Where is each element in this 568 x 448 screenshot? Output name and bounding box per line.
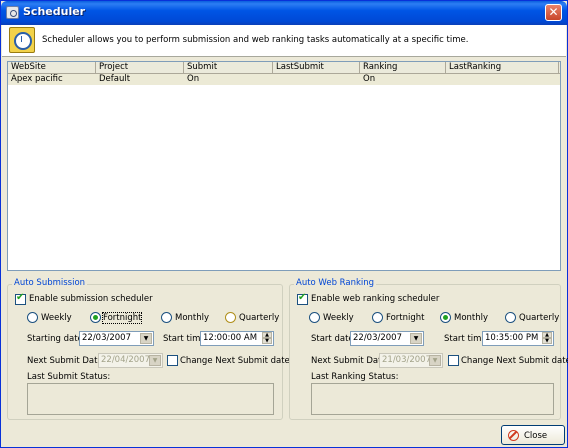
header-description: Scheduler allows you to perform submissi… — [42, 35, 469, 45]
ranking-start-date-picker[interactable]: 22/03/2007 ▼ — [350, 331, 424, 346]
starting-date-picker[interactable]: 22/03/2007 ▼ — [79, 331, 154, 346]
chevron-down-icon: ▼ — [149, 355, 161, 366]
title-bar[interactable]: Scheduler ✕ — [1, 1, 567, 25]
cell-project: Default — [99, 74, 131, 84]
last-ranking-status-box — [311, 383, 554, 415]
spin-down-icon[interactable]: ▼ — [542, 338, 552, 344]
submission-start-time-spinner[interactable]: 12:00:00 AM ▲ ▼ — [200, 331, 274, 346]
cell-ranking: On — [363, 74, 376, 84]
cell-lastranking — [446, 74, 559, 85]
ranking-change-next-label[interactable]: Change Next Submit date — [461, 356, 568, 366]
change-next-submit-checkbox[interactable] — [167, 355, 178, 366]
ranking-start-time-spinner[interactable]: 10:35:00 PM ▲ ▼ — [482, 331, 554, 346]
header-banner: Scheduler allows you to perform submissi… — [2, 25, 566, 57]
submission-quarterly-label[interactable]: Quarterly — [239, 313, 279, 323]
chevron-down-icon: ▼ — [429, 355, 441, 366]
next-submit-date-picker: 22/04/2007 ▼ — [98, 353, 163, 368]
ranking-start-date-value: 22/03/2007 — [353, 333, 402, 343]
column-header-project[interactable]: Project — [96, 62, 184, 73]
column-header-ranking[interactable]: Ranking — [360, 62, 446, 73]
scheduler-window: Scheduler ✕ Scheduler allows you to perf… — [0, 0, 568, 448]
ranking-monthly-radio[interactable] — [440, 312, 451, 323]
chevron-down-icon[interactable]: ▼ — [410, 333, 422, 344]
ranking-weekly-label[interactable]: Weekly — [323, 313, 354, 323]
submission-fortnight-label[interactable]: Fortnight — [101, 312, 143, 324]
change-next-submit-label[interactable]: Change Next Submit date — [180, 356, 290, 366]
cell-lastsubmit — [273, 74, 360, 85]
close-button-label: Close — [524, 431, 548, 441]
grid-header: WebSite Project Submit LastSubmit Rankin… — [8, 62, 560, 74]
cell-website: Apex pacific — [11, 74, 63, 84]
submission-weekly-label[interactable]: Weekly — [41, 313, 72, 323]
last-ranking-status-label: Last Ranking Status: — [311, 372, 399, 382]
ranking-weekly-radio[interactable] — [309, 312, 320, 323]
next-submit-date-label: Next Submit Date: — [27, 356, 106, 366]
last-submit-status-box — [27, 383, 274, 415]
ranking-quarterly-label[interactable]: Quarterly — [519, 313, 559, 323]
chevron-down-icon[interactable]: ▼ — [140, 333, 152, 344]
submission-monthly-radio[interactable] — [161, 312, 172, 323]
cell-submit: On — [187, 74, 200, 84]
column-header-submit[interactable]: Submit — [184, 62, 273, 73]
column-header-website[interactable]: WebSite — [8, 62, 96, 73]
auto-ranking-group: Auto Web Ranking Enable web ranking sche… — [289, 278, 568, 420]
auto-submission-title: Auto Submission — [12, 278, 88, 288]
ranking-next-date-value: 21/03/2007 — [382, 355, 431, 365]
ranking-quarterly-radio[interactable] — [505, 312, 516, 323]
ranking-next-date-picker: 21/03/2007 ▼ — [379, 353, 443, 368]
clock-icon — [9, 27, 35, 53]
window-close-button[interactable]: ✕ — [545, 4, 562, 21]
window-title: Scheduler — [23, 5, 86, 18]
close-button[interactable]: Close — [501, 425, 565, 445]
spin-down-icon[interactable]: ▼ — [262, 338, 272, 344]
column-header-lastranking[interactable]: LastRanking — [446, 62, 559, 73]
submission-fortnight-radio[interactable] — [90, 312, 101, 323]
last-submit-status-label: Last Submit Status: — [27, 372, 111, 382]
ranking-fortnight-label[interactable]: Fortnight — [386, 313, 424, 323]
table-row[interactable]: Apex pacific Default On On — [8, 74, 560, 85]
ranking-monthly-label[interactable]: Monthly — [454, 313, 488, 323]
ranking-fortnight-radio[interactable] — [372, 312, 383, 323]
column-header-lastsubmit[interactable]: LastSubmit — [273, 62, 360, 73]
auto-ranking-title: Auto Web Ranking — [294, 278, 377, 288]
enable-ranking-checkbox[interactable] — [297, 292, 308, 305]
submission-quarterly-radio[interactable] — [225, 312, 236, 323]
ranking-change-next-checkbox[interactable] — [448, 355, 459, 366]
starting-date-value: 22/03/2007 — [82, 333, 131, 343]
cancel-icon — [508, 430, 519, 441]
next-submit-date-value: 22/04/2007 — [101, 355, 150, 365]
submission-monthly-label[interactable]: Monthly — [175, 313, 209, 323]
ranking-next-date-label: Next Submit Date: — [311, 356, 390, 366]
enable-submission-label[interactable]: Enable submission scheduler — [29, 294, 153, 304]
submission-weekly-radio[interactable] — [27, 312, 38, 323]
schedule-grid[interactable]: WebSite Project Submit LastSubmit Rankin… — [7, 61, 561, 271]
ranking-start-time-value: 10:35:00 PM — [485, 333, 539, 343]
enable-ranking-label[interactable]: Enable web ranking scheduler — [311, 294, 439, 304]
submission-start-time-value: 12:00:00 AM — [203, 333, 258, 343]
enable-submission-checkbox[interactable] — [15, 292, 26, 305]
scheduler-app-icon — [6, 6, 19, 19]
starting-date-label: Starting date: — [27, 334, 86, 344]
auto-submission-group: Auto Submission Enable submission schedu… — [7, 278, 290, 420]
